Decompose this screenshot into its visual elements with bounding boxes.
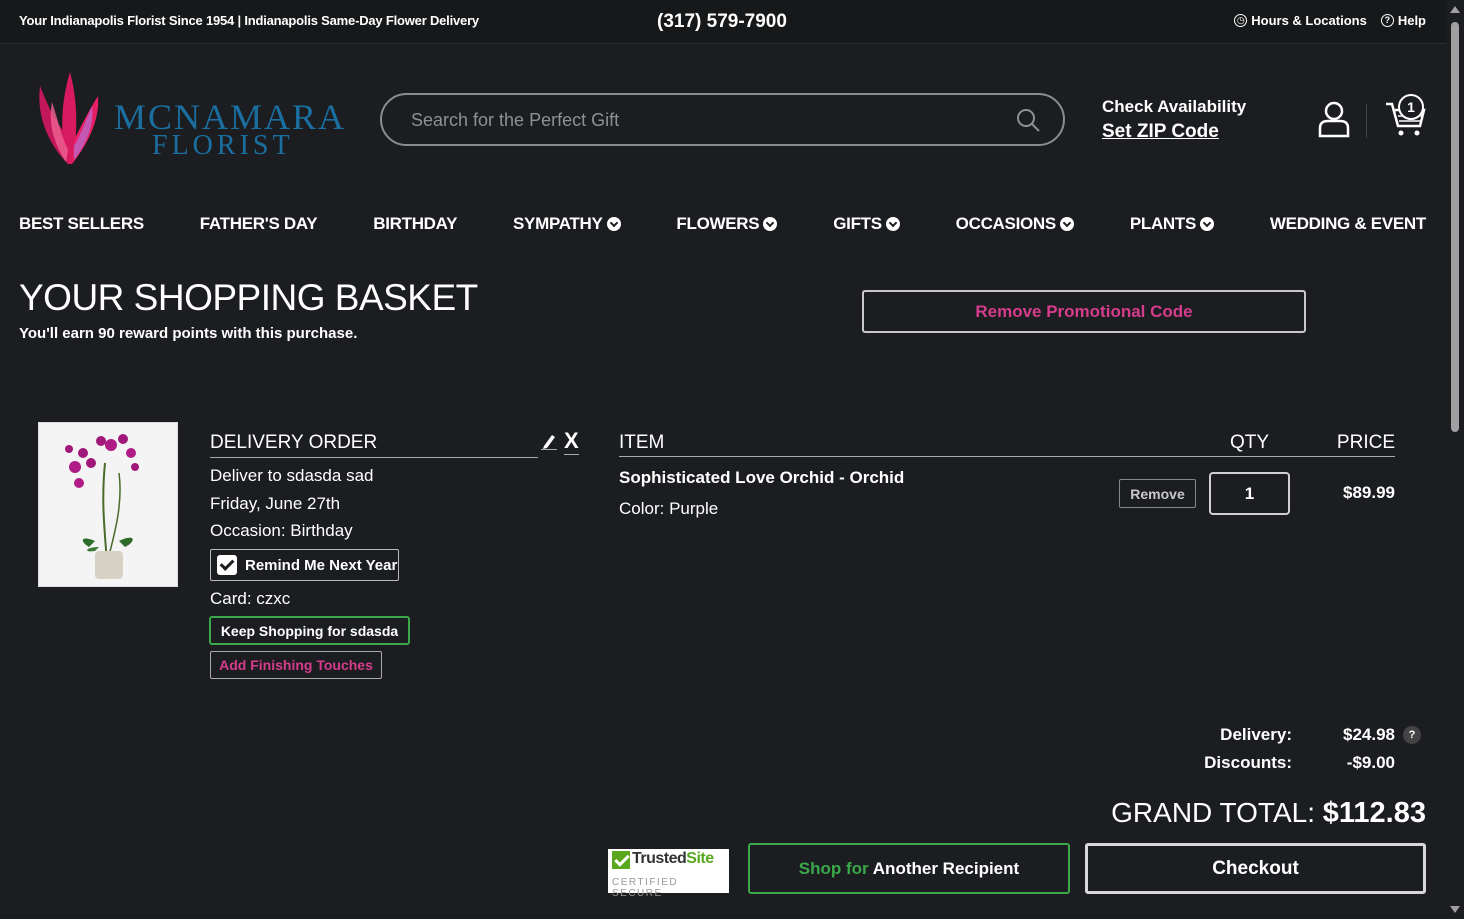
pencil-edit-icon[interactable] xyxy=(541,432,557,450)
hours-locations-label: Hours & Locations xyxy=(1251,13,1367,28)
cart-count-badge: 1 xyxy=(1398,94,1424,120)
price-column-header: PRICE xyxy=(1336,432,1395,453)
nav-label: FLOWERS xyxy=(676,214,760,233)
nav-item-wedding-event[interactable]: WEDDING & EVENT xyxy=(1270,214,1426,234)
remind-me-checkbox[interactable]: Remind Me Next Year xyxy=(210,549,399,581)
logo-text-line2: FLORIST xyxy=(152,130,294,161)
trusted-check-icon xyxy=(612,851,630,869)
scroll-down-arrow-icon[interactable] xyxy=(1450,906,1460,913)
item-column-header: ITEM xyxy=(619,432,665,453)
clock-icon: ◷ xyxy=(1234,14,1248,27)
help-label: Help xyxy=(1397,13,1426,28)
qty-column-header: QTY xyxy=(1230,432,1270,453)
item-color: Color: Purple xyxy=(619,499,719,518)
nav-item-flowers[interactable]: FLOWERS xyxy=(676,214,778,234)
search-input[interactable]: Search for the Perfect Gift xyxy=(411,110,619,131)
product-image[interactable] xyxy=(38,422,178,587)
delivery-fee-label: Delivery: xyxy=(1220,725,1292,744)
top-links: ◷ Hours & Locations ? Help xyxy=(1234,13,1426,28)
phone-number[interactable]: (317) 579-7900 xyxy=(657,11,787,33)
item-price: $89.99 xyxy=(1343,483,1395,502)
nav-label: BEST SELLERS xyxy=(19,214,144,233)
chevron-down-icon xyxy=(1059,217,1074,231)
chevron-down-icon xyxy=(606,217,621,231)
nav-item-gifts[interactable]: GIFTS xyxy=(833,214,900,234)
scrollbar-thumb[interactable] xyxy=(1451,22,1459,432)
nav-label: SYMPATHY xyxy=(513,214,603,233)
discounts-value: -$9.00 xyxy=(1346,753,1395,772)
set-zip-link[interactable]: Set ZIP Code xyxy=(1102,121,1246,143)
chevron-down-icon xyxy=(885,217,900,231)
nav-label: OCCASIONS xyxy=(955,214,1057,233)
main-nav: BEST SELLERS FATHER'S DAY BIRTHDAY SYMPA… xyxy=(19,214,1426,234)
nav-label: PLANTS xyxy=(1129,214,1197,233)
top-bar: Your Indianapolis Florist Since 1954 | I… xyxy=(0,0,1446,44)
add-finishing-touches-button[interactable]: Add Finishing Touches xyxy=(210,651,382,679)
another-recipient-label: Another Recipient xyxy=(872,858,1020,878)
search-icon[interactable] xyxy=(1015,107,1041,133)
trusted-site-text: TrustedSite xyxy=(632,850,714,868)
discounts-label: Discounts: xyxy=(1204,753,1292,772)
scroll-up-arrow-icon[interactable] xyxy=(1450,6,1460,13)
nav-item-best-sellers[interactable]: BEST SELLERS xyxy=(19,214,144,234)
delivery-date: Friday, June 27th xyxy=(210,494,341,513)
grand-total: GRAND TOTAL: $112.83 xyxy=(1111,797,1426,830)
chevron-down-icon xyxy=(1200,217,1215,231)
hours-locations-link[interactable]: ◷ Hours & Locations xyxy=(1234,13,1367,28)
item-name[interactable]: Sophisticated Love Orchid - Orchid xyxy=(619,468,904,488)
question-icon: ? xyxy=(1380,14,1394,27)
nav-item-fathers-day[interactable]: FATHER'S DAY xyxy=(200,214,318,234)
orchid-image xyxy=(65,434,139,579)
header-divider xyxy=(1366,104,1367,138)
nav-item-sympathy[interactable]: SYMPATHY xyxy=(513,214,621,234)
delete-order-icon[interactable]: X xyxy=(564,428,579,455)
nav-label: FATHER'S DAY xyxy=(199,214,318,233)
checkout-button[interactable]: Checkout xyxy=(1085,843,1426,894)
nav-item-plants[interactable]: PLANTS xyxy=(1129,214,1215,234)
quantity-input[interactable] xyxy=(1209,472,1290,515)
shop-for-label: Shop for xyxy=(798,858,869,878)
nav-label: BIRTHDAY xyxy=(373,214,458,233)
grand-total-label: GRAND TOTAL: xyxy=(1111,797,1315,828)
trusted-text-a: Trusted xyxy=(632,850,687,867)
page-title: YOUR SHOPPING BASKET xyxy=(19,277,478,318)
grand-total-value: $112.83 xyxy=(1322,797,1426,829)
check-availability-label: Check Availability xyxy=(1102,97,1247,116)
account-icon[interactable] xyxy=(1317,100,1351,138)
keep-shopping-button[interactable]: Keep Shopping for sdasda xyxy=(209,616,410,645)
certified-secure-text: CERTIFIED SECURE xyxy=(612,877,679,899)
tulip-logo-icon xyxy=(39,72,99,164)
delivery-occasion: Occasion: Birthday xyxy=(210,521,353,540)
tagline: Your Indianapolis Florist Since 1954 | I… xyxy=(19,13,479,28)
delivery-order-heading: DELIVERY ORDER xyxy=(210,432,538,458)
scrollbar[interactable] xyxy=(1446,0,1464,919)
delivery-fee-value: $24.98 xyxy=(1343,725,1395,744)
trustedsite-badge[interactable]: TrustedSite CERTIFIED SECURE xyxy=(608,849,729,899)
remove-promo-button[interactable]: Remove Promotional Code xyxy=(862,290,1306,333)
item-table-header: ITEM QTY PRICE xyxy=(619,432,1395,457)
reward-points-text: You'll earn 90 reward points with this p… xyxy=(19,325,358,342)
zip-availability: Check Availability Set ZIP Code xyxy=(1102,97,1246,143)
help-link[interactable]: ? Help xyxy=(1380,13,1426,28)
shop-another-recipient-button[interactable]: Shop for Another Recipient xyxy=(748,843,1070,894)
card-message: Card: czxc xyxy=(210,589,291,608)
delivery-help-icon[interactable]: ? xyxy=(1403,726,1421,744)
nav-item-occasions[interactable]: OCCASIONS xyxy=(956,214,1074,234)
nav-label: WEDDING & EVENT xyxy=(1269,214,1426,233)
remind-me-label: Remind Me Next Year xyxy=(245,556,398,574)
chevron-down-icon xyxy=(763,217,778,231)
nav-item-birthday[interactable]: BIRTHDAY xyxy=(373,214,457,234)
nav-label: GIFTS xyxy=(833,214,882,233)
search-box[interactable]: Search for the Perfect Gift xyxy=(380,93,1065,146)
deliver-to: Deliver to sdasda sad xyxy=(210,466,374,485)
remove-item-button[interactable]: Remove xyxy=(1119,479,1196,508)
trusted-text-b: Site xyxy=(686,850,714,867)
site-logo[interactable]: MCNAMARA FLORIST xyxy=(30,66,344,170)
checkbox-checked-icon[interactable] xyxy=(217,555,237,575)
